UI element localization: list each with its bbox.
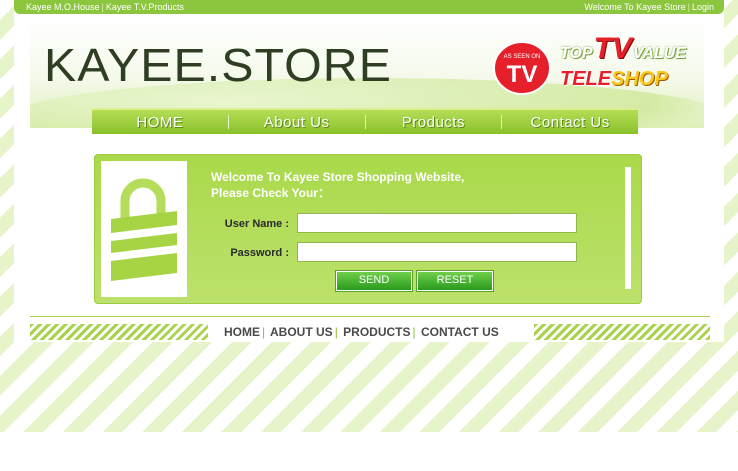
- lock-icon: [111, 178, 177, 281]
- footer-hatch-left: [30, 324, 208, 340]
- link-login[interactable]: Login: [692, 2, 714, 12]
- welcome-line-1: Welcome To Kayee Store Shopping Website,: [211, 170, 465, 184]
- login-panel: Welcome To Kayee Store Shopping Website,…: [94, 154, 642, 304]
- username-label: User Name :: [224, 218, 289, 230]
- username-input[interactable]: [297, 213, 577, 233]
- password-label: Password :: [230, 247, 289, 259]
- link-mo-house[interactable]: Kayee M.O.House: [26, 2, 100, 12]
- main-nav: HOME About Us Products Contact Us: [92, 108, 638, 134]
- link-tv-products[interactable]: Kayee T.V.Products: [106, 2, 184, 12]
- footer-link-home[interactable]: HOME: [224, 325, 260, 339]
- password-input[interactable]: [297, 242, 577, 262]
- teleshop-logo: TELESHOP: [560, 68, 668, 90]
- page-bottom: [0, 432, 738, 471]
- as-seen-on-tv-badge: AS SEEN ON TV: [493, 41, 551, 95]
- link-welcome[interactable]: Welcome To Kayee Store: [584, 2, 685, 12]
- nav-products[interactable]: Products: [366, 114, 502, 131]
- site-logo[interactable]: KAYEE.STORE: [44, 38, 392, 92]
- top-bar: Kayee M.O.House | Kayee T.V.Products Welco…: [14, 0, 724, 14]
- welcome-line-2: Please Check Your：: [211, 186, 330, 200]
- footer-link-about-us[interactable]: ABOUT US: [270, 325, 333, 339]
- svg-text:TV: TV: [507, 61, 538, 88]
- nav-home[interactable]: HOME: [92, 114, 228, 131]
- top-tv-value-logo: TOPTVVALUE: [560, 32, 686, 65]
- nav-about-us[interactable]: About Us: [229, 114, 365, 131]
- nav-contact-us[interactable]: Contact Us: [502, 114, 638, 131]
- welcome-message: Welcome To Kayee Store Shopping Website,…: [211, 169, 464, 201]
- footer-hatch-right: [534, 324, 710, 340]
- footer: HOME | ABOUT US | PRODUCTS | CONTACT US: [30, 316, 710, 342]
- scrollbar[interactable]: [625, 167, 631, 289]
- lock-panel: [101, 161, 187, 297]
- send-button[interactable]: SEND: [336, 271, 412, 291]
- footer-divider: [30, 316, 710, 317]
- reset-button[interactable]: RESET: [417, 271, 493, 291]
- footer-link-products[interactable]: PRODUCTS: [343, 325, 410, 339]
- footer-links: HOME | ABOUT US | PRODUCTS | CONTACT US: [224, 325, 499, 339]
- footer-link-contact-us[interactable]: CONTACT US: [421, 325, 499, 339]
- svg-text:AS SEEN ON: AS SEEN ON: [504, 54, 541, 60]
